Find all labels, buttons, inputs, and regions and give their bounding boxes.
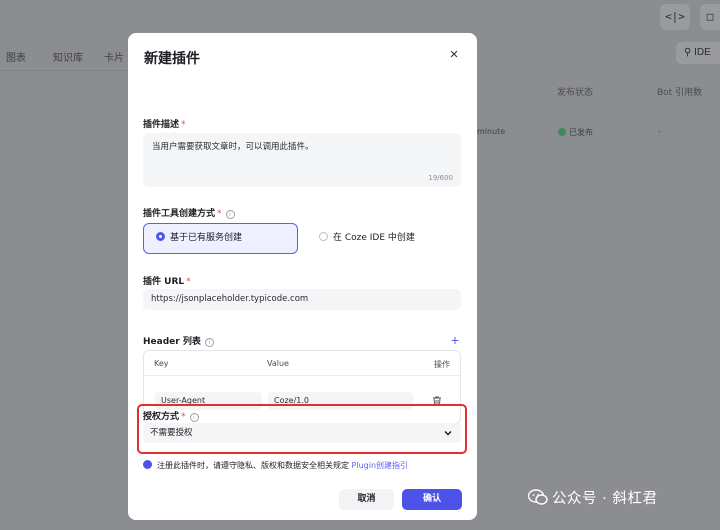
add-header-button[interactable]: + [451, 333, 459, 347]
url-label-row: 插件 URL * [143, 274, 191, 287]
chevron-down-icon [444, 430, 452, 436]
radio-selected-icon [156, 232, 165, 241]
info-icon[interactable]: i [204, 338, 214, 347]
info-filled-icon [143, 460, 152, 469]
bg-search-button[interactable]: ⚲ IDE [676, 42, 720, 64]
plus-icon: + [450, 332, 459, 348]
search-icon: ⚲ [684, 47, 692, 58]
description-label: 插件描述 [143, 120, 180, 130]
bg-tab-knowledge[interactable]: 知识库 [53, 49, 83, 64]
url-label: 插件 URL [143, 277, 185, 287]
cancel-button[interactable]: 取消 [339, 489, 394, 510]
auth-label: 授权方式 [143, 412, 180, 422]
required-mark: * [181, 120, 186, 130]
char-counter: 19/600 [428, 174, 453, 182]
col-action: 操作 [434, 360, 450, 369]
dialog-header: 新建插件 × [128, 33, 477, 77]
window-button[interactable]: □ [700, 4, 720, 30]
required-mark: * [181, 412, 186, 422]
info-icon[interactable]: i [189, 413, 199, 422]
auth-method-value: 不需要授权 [150, 428, 193, 438]
wechat-logo-icon [528, 489, 548, 505]
notice-text: 注册此插件时，请遵守隐私、版权和数据安全相关规定 [157, 461, 349, 470]
required-mark: * [186, 277, 191, 287]
code-toggle-button[interactable]: <|> [660, 4, 690, 30]
info-icon[interactable]: i [225, 210, 235, 219]
close-icon: × [449, 46, 459, 63]
description-value: 当用户需要获取文章时，可以调用此插件。 [152, 142, 314, 152]
col-key: Key [154, 359, 169, 368]
guide-link[interactable]: Plugin创建指引 [352, 461, 409, 470]
bg-cell-refs: - [658, 127, 661, 136]
option-existing-service-label: 基于已有服务创建 [170, 233, 243, 243]
bg-cell-status: 已发布 [558, 127, 593, 138]
required-mark: * [217, 209, 222, 219]
watermark-text: 公众号 · 斜杠君 [552, 491, 658, 507]
bg-status-text: 已发布 [569, 128, 593, 137]
dialog-footer: 取消 确认 [128, 480, 477, 520]
auth-label-row: 授权方式 * i [143, 409, 199, 422]
creation-method-label-row: 插件工具创建方式 * i [143, 206, 235, 219]
creation-method-label: 插件工具创建方式 [143, 209, 216, 219]
bg-col-refs: Bot 引用数 [657, 88, 703, 98]
table-divider [144, 375, 460, 376]
check-circle-icon [558, 128, 566, 136]
option-coze-ide[interactable]: 在 Coze IDE 中创建 [306, 223, 461, 254]
option-coze-ide-label: 在 Coze IDE 中创建 [333, 233, 415, 243]
bg-cell-time: minute [477, 127, 506, 136]
bg-col-status: 发布状态 [557, 88, 594, 98]
description-label-row: 插件描述 * [143, 117, 186, 130]
bg-search-label: IDE [694, 47, 711, 58]
header-list-label: Header 列表 [143, 337, 201, 347]
dialog-title: 新建插件 [144, 51, 200, 67]
header-list-label-row: Header 列表 i [143, 334, 214, 347]
confirm-button[interactable]: 确认 [402, 489, 462, 510]
auth-method-select[interactable]: 不需要授权 [143, 423, 461, 443]
new-plugin-dialog: 新建插件 × 插件描述 * 当用户需要获取文章时，可以调用此插件。 19/600 … [128, 33, 477, 520]
radio-unselected-icon [319, 232, 328, 241]
bg-divider [0, 70, 128, 71]
description-textarea[interactable]: 当用户需要获取文章时，可以调用此插件。 19/600 [143, 133, 461, 187]
notice-row: 注册此插件时，请遵守隐私、版权和数据安全相关规定 Plugin创建指引 [143, 460, 461, 472]
watermark: 公众号 · 斜杠君 [528, 487, 657, 508]
url-input[interactable]: https://jsonplaceholder.typicode.com [143, 289, 461, 310]
close-button[interactable]: × [445, 46, 463, 64]
bg-tab-charts[interactable]: 图表 [6, 49, 26, 64]
bg-tab-cards[interactable]: 卡片 [104, 49, 124, 64]
option-existing-service[interactable]: 基于已有服务创建 [143, 223, 298, 254]
dialog-body: 插件描述 * 当用户需要获取文章时，可以调用此插件。 19/600 插件工具创建方… [128, 77, 477, 480]
col-value: Value [267, 359, 289, 368]
